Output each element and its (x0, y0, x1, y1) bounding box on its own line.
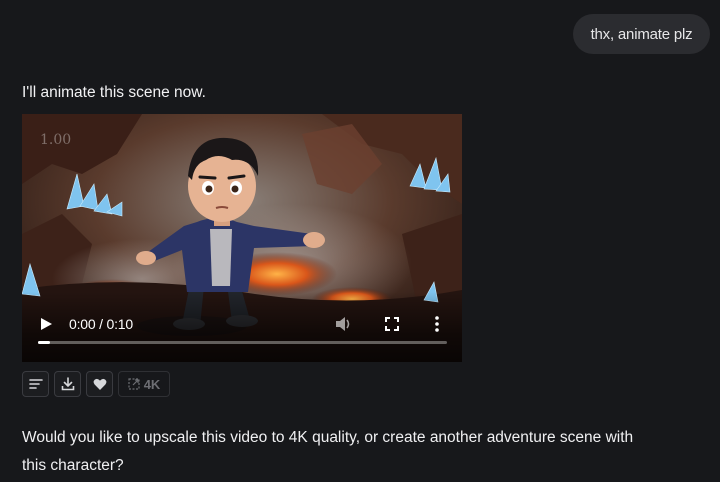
fullscreen-icon[interactable] (384, 316, 400, 332)
video-progress-fill (38, 341, 51, 344)
more-options-icon[interactable] (432, 315, 442, 333)
details-button[interactable] (22, 371, 49, 397)
assistant-intro-text: I'll animate this scene now. (22, 84, 206, 101)
volume-icon[interactable] (334, 315, 352, 333)
video-progress-bar[interactable] (38, 341, 447, 344)
details-icon (28, 379, 43, 389)
download-button[interactable] (54, 371, 81, 397)
upscale-label: 4K (143, 376, 161, 392)
video-controls: 0:00 / 0:10 (22, 292, 462, 362)
download-icon (61, 377, 74, 391)
assistant-followup-text: Would you like to upscale this video to … (22, 429, 634, 474)
speed-watermark: 1.00 (40, 132, 72, 148)
user-message-bubble: thx, animate plz (573, 14, 710, 54)
user-message-text: thx, animate plz (590, 25, 693, 43)
upscale-4k-button[interactable]: 4K (118, 371, 170, 397)
like-button[interactable] (86, 371, 113, 397)
heart-icon (93, 378, 106, 390)
time-display: 0:00 / 0:10 (69, 316, 133, 332)
play-icon[interactable] (39, 317, 53, 331)
upscale-icon (128, 378, 140, 390)
video-player[interactable]: 1.00 0:00 / 0:10 (22, 114, 462, 362)
